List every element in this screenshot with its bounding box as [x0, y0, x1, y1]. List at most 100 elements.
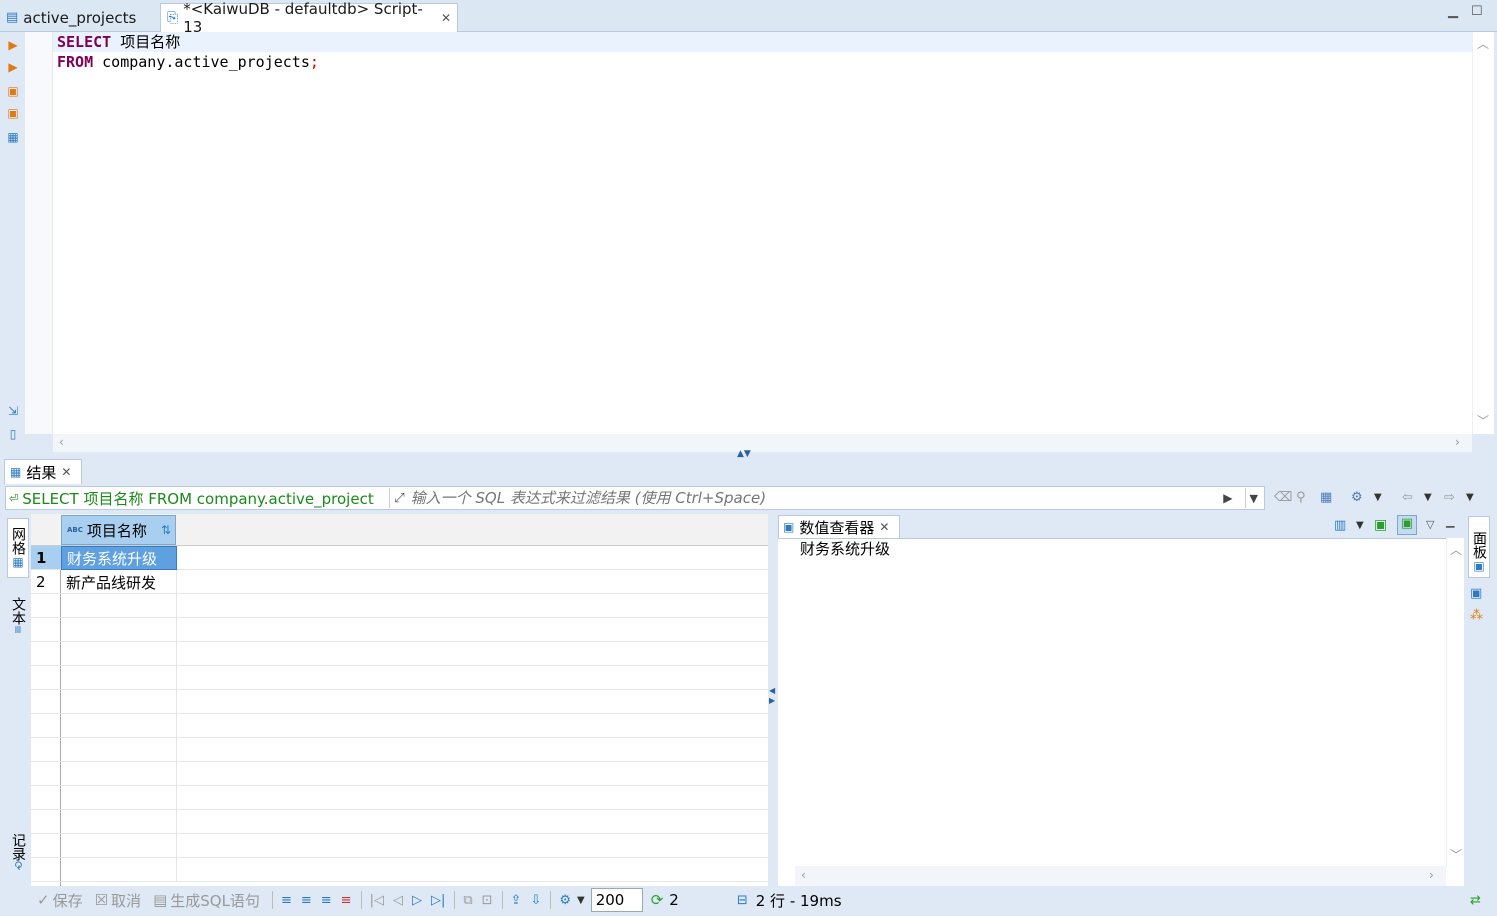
save-button[interactable]: ✓ 保存	[37, 890, 83, 911]
side-tab-record[interactable]: 记录 ⟳	[7, 824, 29, 880]
grid-cell[interactable]	[61, 786, 177, 810]
collapse-icon[interactable]: ◀ ▶	[769, 686, 775, 706]
add-row-icon[interactable]: ≡	[301, 893, 312, 908]
row-number[interactable]	[31, 714, 61, 738]
gear-icon[interactable]: ⚙	[559, 893, 571, 908]
row-number[interactable]	[31, 786, 61, 810]
last-page-icon[interactable]: ▷|	[431, 893, 445, 908]
close-icon[interactable]: ✕	[879, 520, 889, 534]
scroll-down-icon[interactable]: ﹀	[1450, 846, 1462, 863]
value-panel-icon[interactable]: ▣	[1470, 586, 1482, 601]
value-viewer-body[interactable]	[778, 538, 1464, 886]
grid-cell[interactable]	[61, 690, 177, 714]
auto-apply-icon[interactable]: ▣	[1397, 515, 1417, 535]
export-icon[interactable]: ⇲	[6, 404, 20, 418]
row-number[interactable]: 1	[31, 546, 61, 570]
explain-plan-icon[interactable]: ▦	[6, 130, 20, 144]
chevron-down-icon[interactable]: ▼	[1374, 492, 1382, 503]
row-number[interactable]	[31, 762, 61, 786]
grid-cell[interactable]	[61, 810, 177, 834]
generate-sql-button[interactable]: ▤ 生成SQL语句	[153, 890, 260, 911]
view-menu-icon[interactable]: ▽	[1426, 518, 1434, 531]
grouping-panel-icon[interactable]: ⁂	[1470, 608, 1483, 623]
delete-row-icon[interactable]: ≡	[341, 893, 352, 908]
chevron-down-icon[interactable]: ▼	[1424, 492, 1432, 503]
expand-icon[interactable]: ⤢	[394, 491, 404, 506]
editor-horizontal-scrollbar[interactable]: ‹ ›	[53, 434, 1472, 452]
cancel-button[interactable]: ☒ 取消	[95, 890, 141, 911]
filter-history-icon[interactable]: ▼	[1250, 492, 1258, 505]
row-number[interactable]	[31, 642, 61, 666]
script-file-icon[interactable]: ▯	[6, 427, 20, 441]
minimize-icon[interactable]: ▁	[1448, 4, 1458, 19]
value-viewer-content[interactable]: 财务系统升级	[800, 538, 890, 559]
import-data-icon[interactable]: ⇩	[530, 893, 541, 908]
sort-icon[interactable]: ⇅	[161, 523, 171, 537]
export-data-icon[interactable]: ⇪	[511, 893, 522, 908]
apply-filter-icon[interactable]: ▶	[1223, 491, 1232, 505]
code-line-2[interactable]: FROM company.active_projects;	[57, 52, 319, 72]
grid-cell[interactable]	[61, 738, 177, 762]
filter-settings-icon[interactable]: ⚲	[1296, 490, 1306, 505]
side-tab-text[interactable]: 文本 ≡	[7, 590, 29, 642]
tab-sql-script[interactable]: ⎘ *<KaiwuDB - defaultdb> Script-13 ✕	[160, 0, 458, 36]
grid-cell[interactable]	[61, 618, 177, 642]
grid-cell[interactable]: 财务系统升级	[61, 546, 177, 570]
grid-cell[interactable]	[61, 858, 177, 882]
grid-cell[interactable]	[61, 666, 177, 690]
column-header-project-name[interactable]: ABC 项目名称 ⇅	[61, 515, 176, 545]
row-number[interactable]	[31, 810, 61, 834]
fetch-size-input[interactable]	[590, 888, 643, 912]
grid-cell[interactable]	[61, 834, 177, 858]
chevron-down-icon[interactable]: ▼	[577, 895, 585, 906]
execute-new-tab-icon[interactable]: ▶	[6, 60, 20, 74]
scroll-left-icon[interactable]: ‹	[801, 868, 806, 882]
row-number[interactable]	[31, 618, 61, 642]
scroll-down-icon[interactable]: ﹀	[1477, 412, 1489, 429]
forward-icon[interactable]: ⇨	[1444, 490, 1455, 505]
tab-active-projects[interactable]: ▤ active_projects	[0, 3, 158, 32]
scroll-left-icon[interactable]: ‹	[59, 435, 64, 449]
row-number[interactable]	[31, 594, 61, 618]
first-page-icon[interactable]: |◁	[370, 893, 384, 908]
close-icon[interactable]: ✕	[441, 11, 451, 25]
execute-script-new-tab-icon[interactable]: ▣	[6, 106, 20, 120]
next-page-icon[interactable]: ▷	[412, 893, 422, 908]
edit-row-icon[interactable]: ≡	[281, 893, 292, 908]
sash-toggle-icon[interactable]: ▲▼	[737, 449, 751, 459]
grid-cell[interactable]	[61, 762, 177, 786]
minimize-icon[interactable]: ▁	[1446, 515, 1454, 528]
editor-vertical-scrollbar[interactable]: ︿ ﹀	[1472, 32, 1494, 434]
code-line-1[interactable]: SELECT 项目名称	[57, 32, 180, 52]
row-number[interactable]	[31, 834, 61, 858]
erase-filter-icon[interactable]: ⌫	[1274, 490, 1292, 505]
chevron-down-icon[interactable]: ▼	[1466, 492, 1474, 503]
content-viewer-icon[interactable]: ▥	[1334, 518, 1346, 533]
row-number[interactable]	[31, 690, 61, 714]
row-number[interactable]	[31, 738, 61, 762]
chevron-down-icon[interactable]: ▼	[1356, 520, 1364, 531]
grid-cell[interactable]: 新产品线研发	[61, 570, 177, 594]
viewer-horizontal-scrollbar[interactable]: ‹ ›	[795, 866, 1446, 886]
execute-script-icon[interactable]: ▣	[6, 84, 20, 98]
scroll-right-icon[interactable]: ›	[1429, 868, 1434, 882]
side-tab-grid[interactable]: 网格 ▦	[7, 518, 29, 578]
grid-viewer-splitter[interactable]: ◀ ▶	[768, 514, 776, 886]
maximize-icon[interactable]: ☐	[1471, 4, 1483, 19]
save-to-file-icon[interactable]: ▣	[1374, 517, 1387, 533]
side-tab-panels[interactable]: 面板 ▣	[1468, 516, 1490, 578]
execute-statement-icon[interactable]: ▶	[6, 38, 20, 52]
previous-page-icon[interactable]: ◁	[393, 893, 403, 908]
close-icon[interactable]: ✕	[61, 465, 71, 479]
tab-value-viewer[interactable]: ▣ 数值查看器 ✕	[778, 515, 900, 538]
scroll-up-icon[interactable]: ︿	[1450, 541, 1462, 558]
scroll-up-icon[interactable]: ︿	[1477, 35, 1489, 52]
focus-icon[interactable]: ⊡	[482, 893, 493, 908]
link-icon[interactable]: ⧉	[463, 893, 472, 908]
grid-cell[interactable]	[61, 714, 177, 738]
filter-input[interactable]	[410, 489, 1224, 507]
grid-cell[interactable]	[61, 594, 177, 618]
filter-panel-icon[interactable]: ▦	[1320, 490, 1332, 505]
row-number[interactable]	[31, 666, 61, 690]
refresh-icon[interactable]: ⟳	[651, 891, 664, 909]
